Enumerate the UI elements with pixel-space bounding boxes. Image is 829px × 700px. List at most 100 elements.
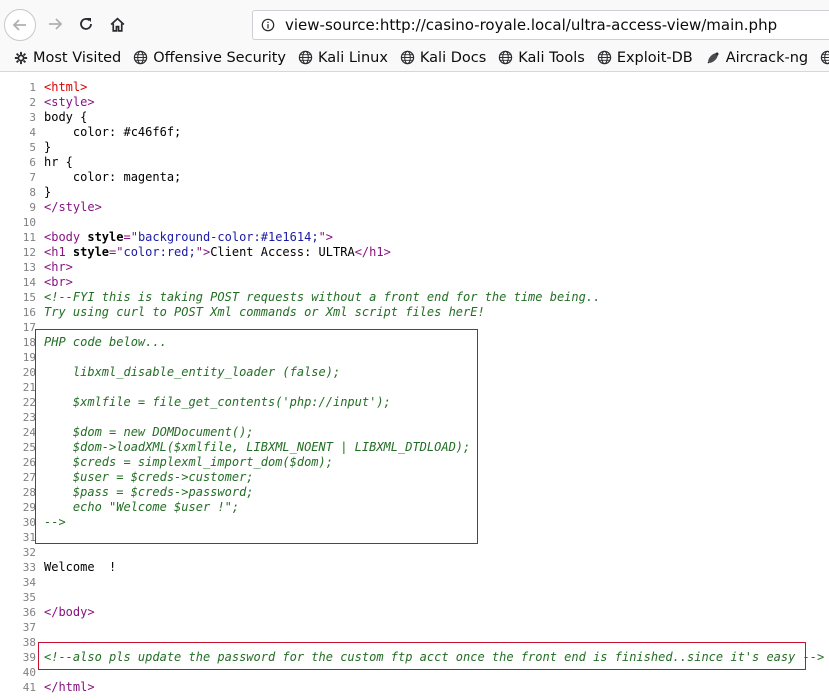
line-number: 29 bbox=[22, 501, 36, 514]
code-token: $xmlfile = file_get_contents('php://inpu… bbox=[44, 395, 391, 409]
line-number: 31 bbox=[22, 531, 36, 544]
forward-button[interactable] bbox=[41, 10, 69, 38]
bookmark-label: Most Visited bbox=[33, 49, 122, 66]
line-number: 33 bbox=[22, 561, 36, 574]
line-number: 25 bbox=[22, 441, 36, 454]
bookmark-label: Offensive Security bbox=[153, 49, 287, 66]
source-line: 35 bbox=[0, 590, 829, 605]
source-line: 4 color: #c46f6f; bbox=[0, 125, 829, 140]
source-line: 24 $dom = new DOMDocument(); bbox=[0, 425, 829, 440]
line-code: </html> bbox=[44, 680, 95, 695]
line-code: } bbox=[44, 185, 51, 200]
view-source-content: 1 <html> 2 <style> 3 body {4 color: #c46f6f; 5… bbox=[0, 80, 829, 695]
globe-icon bbox=[820, 50, 829, 65]
bookmark-item[interactable]: Kali F bbox=[820, 50, 829, 66]
line-number: 32 bbox=[22, 546, 36, 559]
bookmark-label: Kali Tools bbox=[518, 49, 585, 66]
bookmarks-toolbar: Most Visited Offensive Security Kali Linux… bbox=[0, 44, 829, 72]
line-code: Try using curl to POST Xml commands or X… bbox=[44, 305, 485, 320]
line-number: 26 bbox=[22, 456, 36, 469]
code-token: color: #c46f6f; bbox=[44, 125, 182, 139]
gear-icon bbox=[14, 51, 33, 65]
source-line: 30 --> bbox=[0, 515, 829, 530]
source-line: 6 hr { bbox=[0, 155, 829, 170]
code-token: <hr> bbox=[44, 260, 73, 274]
code-token: --> bbox=[44, 515, 66, 529]
line-number: 38 bbox=[22, 636, 36, 649]
line-number: 17 bbox=[22, 321, 36, 334]
bookmark-item[interactable]: Kali Tools bbox=[498, 50, 585, 66]
line-code: $dom->loadXML($xmlfile, LIBXML_NOENT | L… bbox=[44, 440, 470, 455]
line-number: 40 bbox=[22, 666, 36, 679]
code-token: <style> bbox=[44, 95, 95, 109]
line-code: $xmlfile = file_get_contents('php://inpu… bbox=[44, 395, 391, 410]
source-line: 33 Welcome ! bbox=[0, 560, 829, 575]
line-code: $creds = simplexml_import_dom($dom); bbox=[44, 455, 333, 470]
bookmark-item[interactable]: Kali Linux bbox=[298, 50, 388, 66]
line-code: echo "Welcome $user !"; bbox=[44, 500, 239, 515]
line-number: 11 bbox=[22, 231, 36, 244]
home-icon bbox=[110, 17, 124, 32]
code-token: style bbox=[87, 230, 124, 244]
info-icon[interactable] bbox=[261, 18, 275, 32]
code-token: </body> bbox=[44, 605, 95, 619]
code-token: =" bbox=[123, 230, 138, 244]
line-number: 10 bbox=[22, 216, 36, 229]
source-line: 39 <!--also pls update the password for t… bbox=[0, 650, 829, 665]
line-number: 2 bbox=[29, 96, 36, 109]
code-token: body { bbox=[44, 110, 88, 124]
source-line: 22 $xmlfile = file_get_contents('php://i… bbox=[0, 395, 829, 410]
back-button[interactable] bbox=[4, 9, 36, 41]
line-number: 12 bbox=[22, 246, 36, 259]
bookmark-item[interactable]: Exploit-DB bbox=[597, 50, 693, 66]
bookmark-item[interactable]: Offensive Security bbox=[133, 50, 286, 66]
line-number: 13 bbox=[22, 261, 36, 274]
line-code: body { bbox=[44, 110, 87, 125]
source-line: 13 <hr> bbox=[0, 260, 829, 275]
line-code: color: magenta; bbox=[44, 170, 181, 185]
source-line: 37 bbox=[0, 620, 829, 635]
bookmark-label: Kali Linux bbox=[318, 49, 388, 66]
bookmark-item[interactable]: Kali Docs bbox=[400, 50, 486, 66]
url-text: view-source:http://casino-royale.local/u… bbox=[285, 16, 778, 34]
bookmark-item[interactable]: Most Visited bbox=[14, 50, 121, 66]
source-line: 2 <style> bbox=[0, 95, 829, 110]
line-number: 34 bbox=[22, 576, 36, 589]
bookmark-item[interactable]: Aircrack-ng bbox=[705, 50, 808, 66]
code-token: </h1> bbox=[354, 245, 391, 259]
line-number: 21 bbox=[22, 381, 36, 394]
code-token: <!--also pls update the password for the… bbox=[44, 650, 825, 664]
line-code: Welcome ! bbox=[44, 560, 116, 575]
source-line: 14 <br> bbox=[0, 275, 829, 290]
line-code: <!--FYI this is taking POST requests wit… bbox=[44, 290, 600, 305]
source-line: 7 color: magenta; bbox=[0, 170, 829, 185]
line-number: 35 bbox=[22, 591, 36, 604]
line-number: 30 bbox=[22, 516, 36, 529]
line-number: 4 bbox=[29, 126, 36, 139]
code-token: background-color:#1e1614; bbox=[137, 230, 319, 244]
source-line: 25 $dom->loadXML($xmlfile, LIBXML_NOENT … bbox=[0, 440, 829, 455]
source-line: 32 bbox=[0, 545, 829, 560]
line-number: 16 bbox=[22, 306, 36, 319]
code-token: </style> bbox=[44, 200, 102, 214]
source-line: 21 bbox=[0, 380, 829, 395]
reload-button[interactable] bbox=[72, 10, 100, 38]
code-token: style bbox=[72, 245, 110, 259]
line-code: </body> bbox=[44, 605, 95, 620]
line-number: 36 bbox=[22, 606, 36, 619]
code-token: "> bbox=[195, 245, 211, 259]
source-line: 31 bbox=[0, 530, 829, 545]
code-token: $user = $creds->customer; bbox=[44, 470, 254, 484]
code-token: <html> bbox=[44, 80, 88, 94]
source-line: 41 </html> bbox=[0, 680, 829, 695]
code-token: <body bbox=[44, 230, 88, 244]
line-code: PHP code below... bbox=[44, 335, 167, 350]
home-button[interactable] bbox=[103, 10, 131, 38]
source-line: 16 Try using curl to POST Xml commands or… bbox=[0, 305, 829, 320]
source-line: 20 libxml_disable_entity_loader (false); bbox=[0, 365, 829, 380]
source-line: 8} bbox=[0, 185, 829, 200]
browser-toolbar: view-source:http://casino-royale.local/u… bbox=[0, 0, 829, 44]
source-line: 38 bbox=[0, 635, 829, 650]
line-code: </style> bbox=[44, 200, 102, 215]
url-bar[interactable]: view-source:http://casino-royale.local/u… bbox=[252, 10, 829, 40]
